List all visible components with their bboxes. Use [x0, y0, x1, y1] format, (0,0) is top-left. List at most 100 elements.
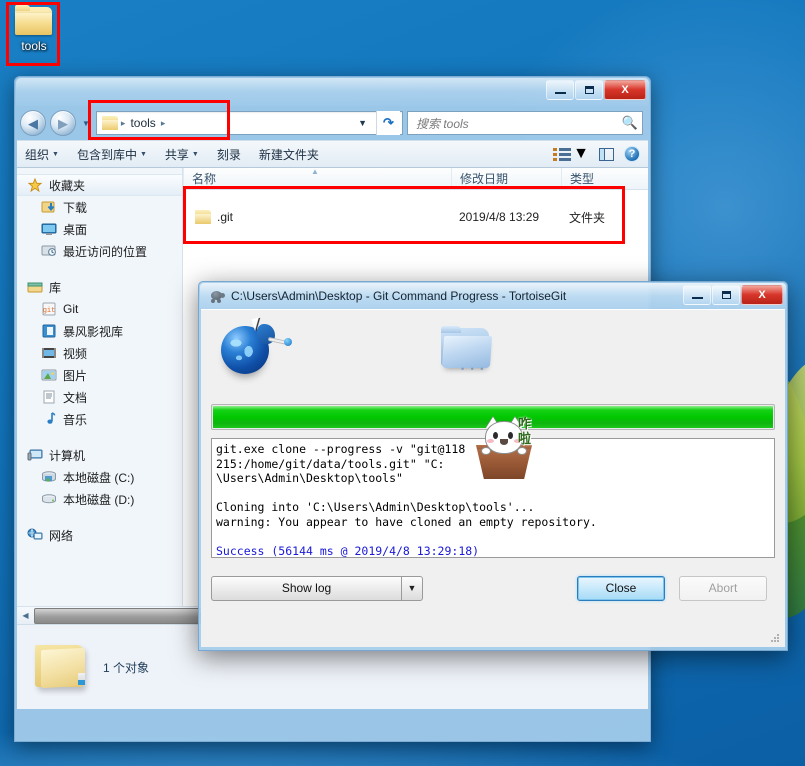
column-header-modified[interactable]: 修改日期 — [451, 168, 561, 189]
toolbar-item-include-in-library[interactable]: 包含到库中 ▼ — [77, 146, 147, 163]
show-log-button[interactable]: Show log — [211, 575, 401, 601]
tortoise-icon — [208, 289, 225, 303]
sidebar-group-favorites[interactable]: 收藏夹 — [17, 174, 182, 196]
tortoisegit-title-text: C:\Users\Admin\Desktop - Git Command Pro… — [231, 289, 567, 303]
pictures-icon — [41, 368, 57, 382]
sidebar-group-libraries[interactable]: 库 — [17, 276, 182, 298]
sidebar-item-desktop[interactable]: 桌面 — [17, 218, 182, 240]
breadcrumb-tools[interactable]: tools — [128, 115, 157, 131]
svg-text:git: git — [43, 307, 56, 315]
documents-icon — [41, 390, 57, 404]
toolbar-item-share-label: 共享 — [164, 147, 189, 162]
toolbar-item-new-folder[interactable]: 新建文件夹 — [259, 146, 319, 163]
minimize-button[interactable] — [546, 80, 574, 100]
search-icon: 🔍 — [621, 115, 638, 130]
desktop-icon-tools[interactable]: tools — [10, 5, 58, 65]
music-icon — [41, 412, 57, 426]
explorer-address-row: ◀ ▶ ▼ ▸ tools ▸ ▼ ↷ 搜索 tools 🔍 — [16, 106, 649, 140]
log-line-4: Cloning into 'C:\Users\Admin\Desktop\too… — [216, 500, 535, 514]
status-item-count: 1 个对象 — [103, 660, 150, 675]
view-list-icon — [553, 147, 572, 161]
toolbar-item-share[interactable]: 共享 ▼ — [165, 146, 199, 163]
toolbar-right-group: ▼ ? — [553, 145, 640, 163]
change-view-button[interactable]: ▼ — [553, 145, 589, 163]
tortoisegit-button-row: Show log ▼ Close Abort — [211, 574, 775, 602]
recent-pages-chevron-down-icon[interactable]: ▼ — [80, 119, 92, 128]
sidebar-item-desktop-label: 桌面 — [63, 222, 88, 237]
preview-pane-icon[interactable] — [599, 147, 614, 161]
sidebar-item-downloads[interactable]: 下载 — [17, 196, 182, 218]
sidebar-item-baofeng-library[interactable]: 暴风影视库 — [17, 320, 182, 342]
toolbar-item-organize[interactable]: 组织 ▼ — [25, 146, 59, 163]
abort-button: Abort — [679, 575, 767, 601]
cat-mascot-icon: 咋 啦 — [466, 415, 538, 479]
help-icon[interactable]: ? — [624, 146, 640, 162]
sidebar-item-videos[interactable]: 视频 — [17, 342, 182, 364]
breadcrumb-separator-icon-2[interactable]: ▸ — [161, 118, 166, 129]
sidebar-group-computer[interactable]: 计算机 — [17, 444, 182, 466]
sidebar-item-music-label: 音乐 — [63, 412, 88, 427]
refresh-icon[interactable]: ↷ — [376, 111, 400, 135]
sidebar-item-git[interactable]: git Git — [17, 298, 182, 320]
explorer-command-bar: 组织 ▼ 包含到库中 ▼ 共享 ▼ 刻录 新建文件夹 ▼ ? — [17, 140, 648, 168]
explorer-window-controls: X — [546, 80, 646, 100]
sidebar-item-git-label: Git — [63, 302, 79, 316]
tortoisegit-titlebar[interactable]: C:\Users\Admin\Desktop - Git Command Pro… — [200, 283, 786, 309]
sidebar-item-documents-label: 文档 — [63, 390, 88, 405]
chevron-down-icon: ▼ — [52, 150, 59, 158]
maximize-button[interactable] — [712, 285, 740, 305]
toolbar-item-burn-label: 刻录 — [216, 147, 241, 162]
folder-icon — [33, 643, 89, 691]
file-list-header: ▲ 名称 修改日期 类型 — [183, 167, 648, 190]
chevron-down-icon[interactable]: ▼ — [573, 145, 589, 163]
column-header-type[interactable]: 类型 — [561, 168, 648, 189]
close-button[interactable]: Close — [577, 575, 665, 601]
scroll-left-icon[interactable]: ◀ — [17, 607, 34, 624]
chevron-down-icon: ▼ — [139, 150, 147, 158]
sidebar-group-computer-label: 计算机 — [49, 448, 86, 463]
sidebar-item-recent-places-label: 最近访问的位置 — [63, 244, 148, 259]
drive-icon — [41, 492, 57, 506]
breadcrumb-separator-icon[interactable]: ▸ — [121, 118, 126, 129]
maximize-button[interactable] — [575, 80, 603, 100]
sidebar-item-drive-d[interactable]: 本地磁盘 (D:) — [17, 488, 182, 510]
toolbar-item-include-in-library-label: 包含到库中 — [76, 147, 137, 162]
downloads-icon — [41, 200, 57, 214]
log-line-5: warning: You appear to have cloned an em… — [216, 514, 597, 529]
toolbar-item-burn[interactable]: 刻录 — [217, 146, 241, 163]
search-input-placeholder[interactable]: 搜索 tools — [416, 115, 622, 132]
search-box[interactable]: 搜索 tools 🔍 — [407, 111, 643, 135]
address-dropdown-chevron-down-icon[interactable]: ▼ — [352, 118, 373, 128]
resize-grip[interactable] — [770, 633, 780, 643]
forward-button[interactable]: ▶ — [50, 110, 76, 136]
sidebar-group-network[interactable]: 网络 — [17, 524, 182, 546]
sidebar-item-pictures-label: 图片 — [63, 368, 88, 383]
show-log-dropdown-chevron-down-icon[interactable]: ▼ — [401, 575, 423, 601]
show-log-split-button[interactable]: Show log ▼ — [211, 575, 423, 601]
log-line-2: \Users\Admin\Desktop\tools" — [216, 471, 403, 485]
close-button[interactable]: X — [741, 285, 783, 305]
file-name-cell: .git — [217, 210, 234, 224]
sidebar-group-network-label: 网络 — [49, 528, 74, 543]
sidebar-item-drive-c[interactable]: 本地磁盘 (C:) — [17, 466, 182, 488]
file-type-cell: 文件夹 — [569, 210, 606, 225]
transfer-graphic: • • • — [211, 317, 775, 404]
videos-icon — [41, 346, 57, 360]
mascot-speech-line-1: 咋 — [518, 417, 532, 432]
sidebar-item-drive-c-label: 本地磁盘 (C:) — [63, 470, 135, 485]
transfer-dots: • • • — [461, 364, 486, 374]
sidebar-item-documents[interactable]: 文档 — [17, 386, 182, 408]
mascot-speech-text: 咋 啦 — [518, 417, 538, 447]
explorer-titlebar[interactable]: X — [16, 78, 649, 106]
back-button[interactable]: ◀ — [20, 110, 46, 136]
sidebar-item-recent-places[interactable]: 最近访问的位置 — [17, 240, 182, 262]
minimize-button[interactable] — [683, 285, 711, 305]
sidebar-item-pictures[interactable]: 图片 — [17, 364, 182, 386]
address-bar[interactable]: ▸ tools ▸ ▼ ↷ — [95, 111, 403, 135]
sidebar-item-music[interactable]: 音乐 — [17, 408, 182, 430]
address-folder-icon — [101, 116, 118, 130]
sidebar-item-downloads-label: 下载 — [63, 200, 88, 215]
close-button[interactable]: X — [604, 80, 646, 100]
table-row[interactable]: .git 2019/4/8 13:29 文件夹 — [183, 204, 648, 230]
git-library-icon: git — [41, 302, 57, 316]
